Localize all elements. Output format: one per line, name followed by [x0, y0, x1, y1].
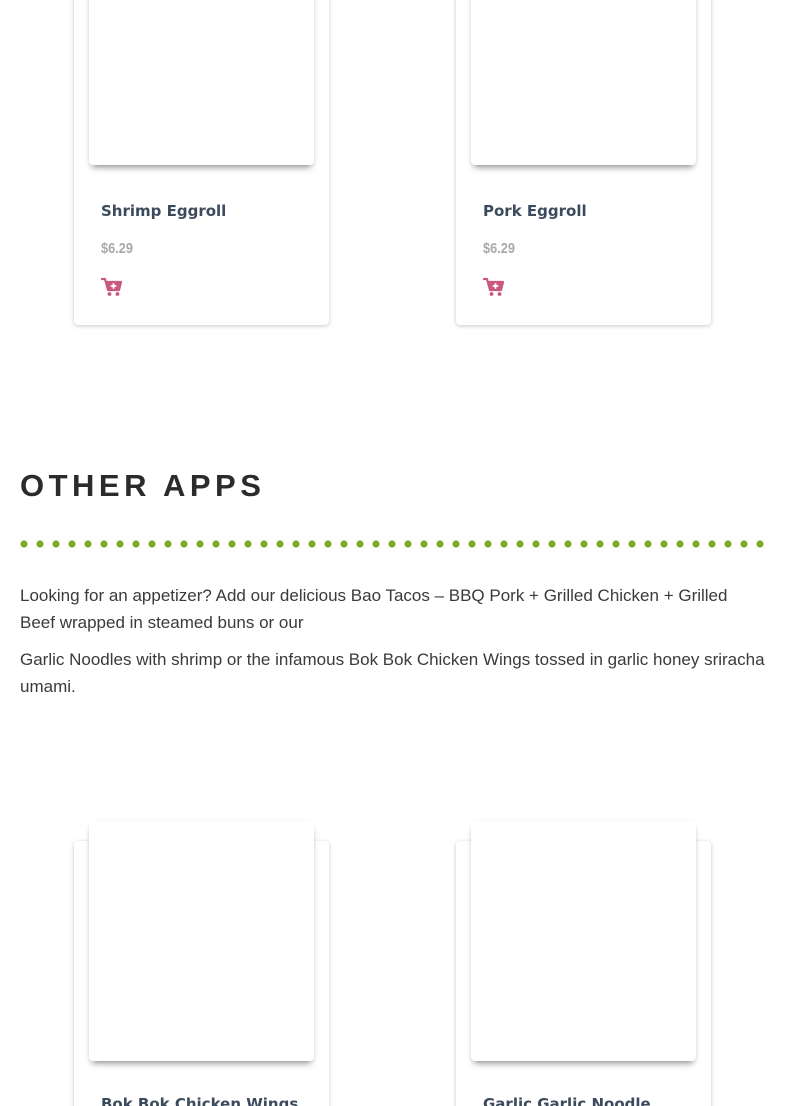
product-card: Shrimp Eggroll $6.29 [74, 0, 329, 325]
product-card: Garlic Garlic Noodle [456, 821, 711, 1106]
add-to-cart-button[interactable] [482, 277, 505, 297]
product-name[interactable]: Shrimp Eggroll [101, 202, 226, 220]
product-name[interactable]: Bok Bok Chicken Wings [101, 1095, 298, 1106]
cart-plus-icon [482, 277, 505, 296]
product-image[interactable] [89, 821, 314, 1061]
product-image[interactable] [471, 821, 696, 1061]
section-title: OTHER APPS [20, 468, 266, 503]
product-name[interactable]: Garlic Garlic Noodle [483, 1095, 651, 1106]
product-price: $6.29 [101, 240, 133, 257]
product-name[interactable]: Pork Eggroll [483, 202, 587, 220]
product-card: Bok Bok Chicken Wings [74, 821, 329, 1106]
section-description: Garlic Noodles with shrimp or the infamo… [20, 650, 765, 696]
product-image[interactable] [89, 0, 314, 165]
page: Shrimp Eggroll $6.29 Pork Eggroll $6.29 [0, 0, 785, 1106]
dotted-divider [17, 540, 769, 548]
product-card: Pork Eggroll $6.29 [456, 0, 711, 325]
section-description: Looking for an appetizer? Add our delici… [20, 586, 728, 632]
product-price: $6.29 [483, 240, 515, 257]
product-image[interactable] [471, 0, 696, 165]
add-to-cart-button[interactable] [100, 277, 123, 297]
cart-plus-icon [100, 277, 123, 296]
